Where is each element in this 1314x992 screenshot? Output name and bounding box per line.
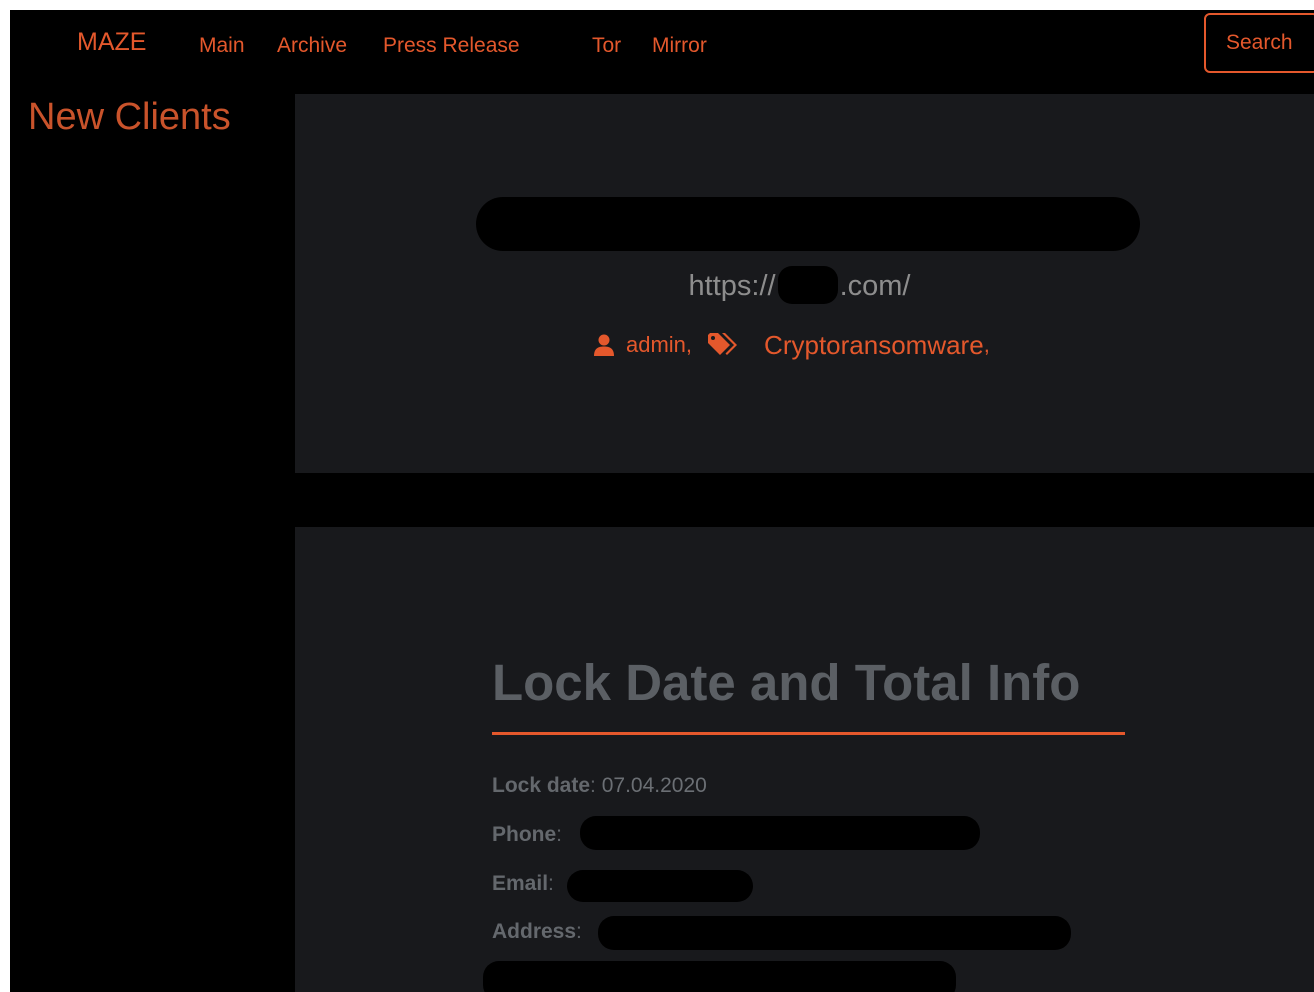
colon: :: [576, 920, 582, 943]
email-row: Email:: [492, 869, 554, 899]
nav-link-press-release[interactable]: Press Release: [383, 34, 520, 58]
category-separator: ,: [983, 332, 990, 357]
post-header-panel: https:// .com/ admin , Cryptoransomware ,: [295, 94, 1314, 473]
post-meta: admin , Cryptoransomware ,: [594, 328, 1006, 362]
address-row: Address:: [492, 917, 582, 947]
user-icon: [594, 334, 614, 356]
address-label: Address: [492, 920, 577, 943]
author-link[interactable]: admin: [626, 332, 686, 358]
nav-link-mirror[interactable]: Mirror: [652, 34, 707, 58]
nav-link-tor[interactable]: Tor: [592, 34, 621, 58]
phone-label: Phone: [492, 823, 557, 846]
brand-logo-link[interactable]: MAZE: [77, 28, 146, 57]
author-separator: ,: [685, 332, 693, 357]
redacted-email: [567, 870, 753, 902]
browser-viewport: MAZE Main Archive Press Release Tor Mirr…: [10, 10, 1314, 992]
nav-link-archive[interactable]: Archive: [277, 34, 347, 58]
lock-date-row: Lock date: 07.04.2020: [492, 771, 707, 801]
search-button[interactable]: Search: [1204, 13, 1314, 73]
post-url: https:// .com/: [295, 266, 1314, 304]
url-suffix: .com/: [839, 270, 911, 302]
nav-link-main[interactable]: Main: [199, 34, 245, 58]
sidebar-title: New Clients: [28, 96, 231, 138]
redacted-phone: [580, 816, 980, 850]
redacted-post-title: [476, 197, 1140, 251]
tags-icon: [708, 333, 738, 357]
colon: :: [556, 823, 563, 846]
redacted-domain: [777, 266, 838, 304]
heading-underline: [492, 732, 1125, 735]
info-panel: Lock Date and Total Info Lock date: 07.0…: [295, 527, 1314, 992]
lock-date-value: 07.04.2020: [601, 774, 707, 797]
info-heading: Lock Date and Total Info: [492, 654, 1081, 711]
top-navbar: MAZE Main Archive Press Release Tor Mirr…: [10, 10, 1314, 94]
phone-row: Phone:: [492, 820, 562, 850]
colon: :: [590, 774, 596, 797]
colon: :: [548, 872, 554, 895]
email-label: Email: [492, 872, 549, 895]
category-link[interactable]: Cryptoransomware: [764, 330, 984, 361]
lock-date-label: Lock date: [492, 774, 591, 797]
redacted-address-continued: [483, 961, 956, 992]
redacted-address: [598, 916, 1071, 950]
url-prefix: https://: [688, 270, 776, 302]
